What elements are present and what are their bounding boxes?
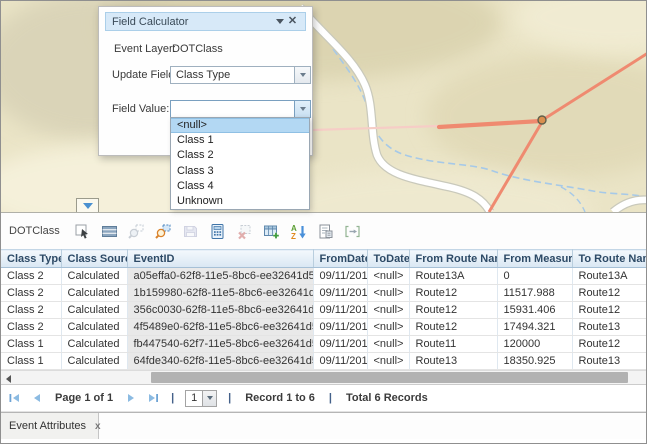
table-row[interactable]: Class 2Calculated356c0030-62f8-11e5-8bc6…	[1, 302, 647, 319]
chevron-down-icon	[83, 203, 93, 209]
scrollbar-thumb[interactable]	[151, 372, 628, 383]
route-junction-marker[interactable]	[538, 116, 546, 124]
dialog-titlebar[interactable]: Field Calculator ✕	[105, 12, 306, 31]
chevron-down-icon[interactable]	[294, 101, 310, 117]
scroll-left-arrow-icon[interactable]	[6, 375, 11, 383]
bottom-tab-bar: Event Attributes x	[1, 412, 647, 439]
dialog-title: Field Calculator	[112, 16, 273, 28]
table-row[interactable]: Class 1Calculatedfb447540-62f7-11e5-8bc6…	[1, 336, 647, 353]
tab-event-attributes[interactable]: Event Attributes x	[1, 413, 99, 439]
table-row[interactable]: Class 2Calculated4f5489e0-62f8-11e5-8bc6…	[1, 319, 647, 336]
separator: |	[169, 392, 176, 404]
add-to-table-icon[interactable]	[263, 223, 280, 240]
separator: |	[226, 392, 233, 404]
chevron-down-icon[interactable]	[202, 391, 216, 406]
page-number-select[interactable]: 1	[185, 390, 217, 407]
dialog-close-button[interactable]: ✕	[286, 15, 299, 28]
select-features-icon[interactable]	[74, 223, 91, 240]
layer-name-label: DOTClass	[9, 225, 60, 237]
update-field-selected-value: Class Type	[171, 67, 294, 83]
dropdown-option-class1[interactable]: Class 1	[171, 133, 309, 148]
field-value-selected-value	[171, 101, 294, 117]
zoom-to-selected-icon	[128, 223, 145, 240]
save-icon	[182, 223, 199, 240]
page-number-value: 1	[186, 391, 202, 406]
column-header-class-source[interactable]: Class Source	[61, 250, 127, 268]
sort-icon[interactable]: AZ	[290, 223, 307, 240]
chevron-down-icon[interactable]	[294, 67, 310, 83]
column-header-from-measure[interactable]: From Measure	[497, 250, 572, 268]
table-row[interactable]: Class 1Calculated64fde340-62f8-11e5-8bc6…	[1, 353, 647, 370]
page-indicator: Page 1 of 1	[52, 392, 116, 404]
next-page-button[interactable]	[125, 392, 138, 404]
record-range-label: Record 1 to 6	[242, 392, 318, 404]
update-field-select[interactable]: Class Type	[170, 66, 311, 84]
zoom-to-features-icon[interactable]	[155, 223, 172, 240]
event-layer-label: Event Layer:	[114, 43, 176, 55]
dropdown-option-class3[interactable]: Class 3	[171, 164, 309, 179]
column-header-to-route-name[interactable]: To Route Name	[572, 250, 647, 268]
field-value-label: Field Value:	[112, 103, 169, 115]
horizontal-scrollbar[interactable]	[1, 370, 647, 385]
attribute-table-panel: DOTClass	[1, 212, 647, 444]
collapse-table-panel-button[interactable]	[76, 198, 99, 212]
field-value-select[interactable]	[170, 100, 311, 118]
tab-close-icon[interactable]: x	[95, 421, 101, 432]
svg-text:Z: Z	[291, 232, 296, 240]
total-records-label: Total 6 Records	[343, 392, 431, 404]
dropdown-option-unknown[interactable]: Unknown	[171, 194, 309, 209]
column-header-fromdate[interactable]: FromDate	[313, 250, 367, 268]
report-icon[interactable]	[317, 223, 334, 240]
dropdown-option-class2[interactable]: Class 2	[171, 148, 309, 163]
last-page-button[interactable]	[147, 392, 160, 404]
fit-columns-icon[interactable]	[344, 223, 361, 240]
field-value-dropdown-list: <null> Class 1 Class 2 Class 3 Class 4 U…	[170, 117, 310, 210]
column-header-todate[interactable]: ToDate	[367, 250, 409, 268]
column-header-from-route-name[interactable]: From Route Name	[409, 250, 497, 268]
previous-page-button[interactable]	[30, 392, 43, 404]
update-field-label: Update Field:	[112, 69, 177, 81]
close-icon: ✕	[288, 16, 297, 27]
tab-label: Event Attributes	[9, 420, 86, 432]
pagination-bar: Page 1 of 1 | 1 | Record 1 to 6 | Total …	[1, 385, 647, 412]
app-window: Field Calculator ✕ Event Layer: DOTClass…	[0, 0, 647, 444]
attribute-table: Class Type Class Source EventID FromDate…	[1, 249, 647, 370]
first-page-button[interactable]	[8, 392, 21, 404]
separator: |	[327, 392, 334, 404]
table-row[interactable]: Class 2Calculated1b159980-62f8-11e5-8bc6…	[1, 285, 647, 302]
field-calculator-icon[interactable]	[209, 223, 226, 240]
dropdown-option-null[interactable]: <null>	[171, 118, 309, 133]
event-layer-value: DOTClass	[172, 43, 223, 55]
table-row[interactable]: Class 2Calculateda05effa0-62f8-11e5-8bc6…	[1, 268, 647, 285]
dropdown-option-class4[interactable]: Class 4	[171, 179, 309, 194]
column-header-class-type[interactable]: Class Type	[1, 250, 61, 268]
table-header-row: Class Type Class Source EventID FromDate…	[1, 250, 647, 268]
show-selected-records-icon[interactable]	[101, 223, 118, 240]
clear-selection-icon	[236, 223, 253, 240]
column-header-eventid[interactable]: EventID	[127, 250, 313, 268]
chevron-down-icon	[276, 19, 284, 24]
dialog-collapse-button[interactable]	[273, 15, 286, 28]
table-toolbar: DOTClass	[1, 213, 647, 249]
